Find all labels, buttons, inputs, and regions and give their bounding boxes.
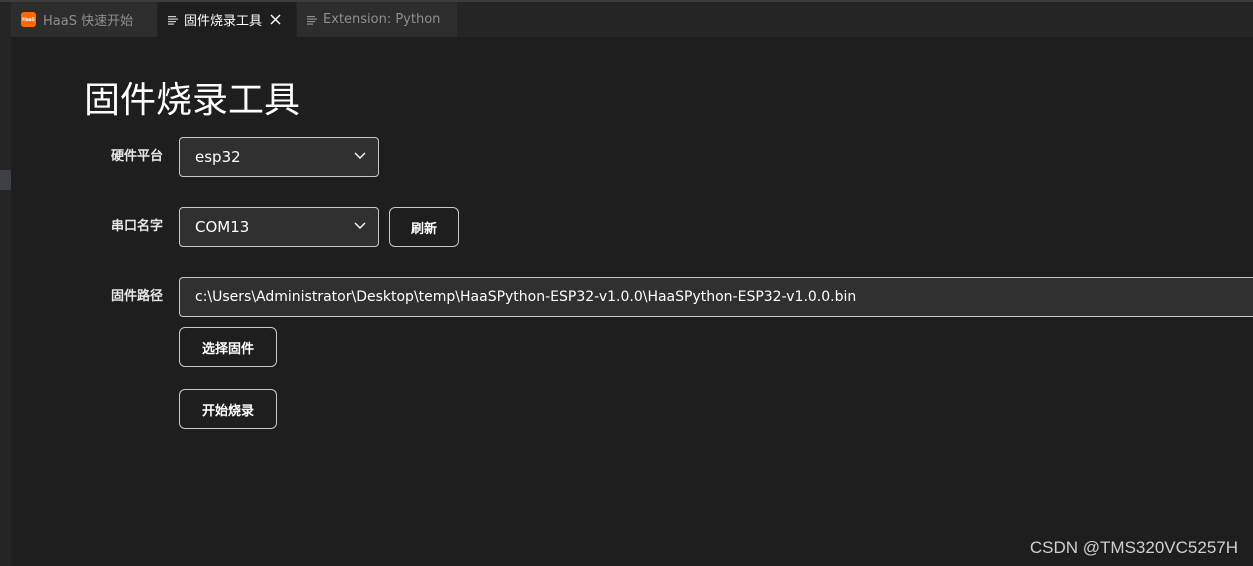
tab-firmware-tool[interactable]: 固件烧录工具 (158, 2, 296, 37)
close-icon[interactable] (270, 14, 281, 25)
refresh-button[interactable]: 刷新 (389, 207, 459, 247)
port-select[interactable]: COM13 (179, 207, 379, 247)
platform-select-value: esp32 (195, 148, 241, 166)
port-select-value: COM13 (195, 218, 250, 236)
port-label: 串口名字 (111, 219, 164, 234)
tab-label: HaaS 快速开始 (43, 14, 134, 29)
haas-logo-icon: HaaS (21, 12, 36, 27)
activity-strip (0, 2, 11, 566)
tab-extension-python[interactable]: Extension: Python (297, 2, 457, 37)
document-icon (168, 15, 178, 25)
page-title: 固件烧录工具 (84, 80, 301, 121)
editor-tab-bar: HaaS HaaS 快速开始 固件烧录工具 Extension: Python (11, 2, 1253, 37)
scroll-marker (0, 170, 11, 190)
tab-label: 固件烧录工具 (184, 14, 263, 29)
firmware-path-input[interactable] (179, 277, 1253, 317)
platform-select[interactable]: esp32 (179, 137, 379, 177)
tab-haas-quickstart[interactable]: HaaS HaaS 快速开始 (11, 2, 157, 37)
app-window: HaaS HaaS 快速开始 固件烧录工具 Extension: Python (0, 0, 1253, 566)
choose-firmware-button[interactable]: 选择固件 (179, 327, 277, 367)
tab-label: Extension: Python (323, 12, 441, 27)
platform-label: 硬件平台 (111, 149, 164, 164)
firmware-path-label: 固件路径 (111, 289, 164, 304)
chevron-down-icon (354, 152, 366, 159)
document-icon (307, 15, 317, 25)
start-flash-button[interactable]: 开始烧录 (179, 389, 277, 429)
watermark: CSDN @TMS320VC5257H (1029, 538, 1238, 557)
webview-content: 固件烧录工具 硬件平台 esp32 串口名字 COM13 刷新 固件路径 选择固… (11, 37, 1253, 566)
chevron-down-icon (354, 222, 366, 229)
